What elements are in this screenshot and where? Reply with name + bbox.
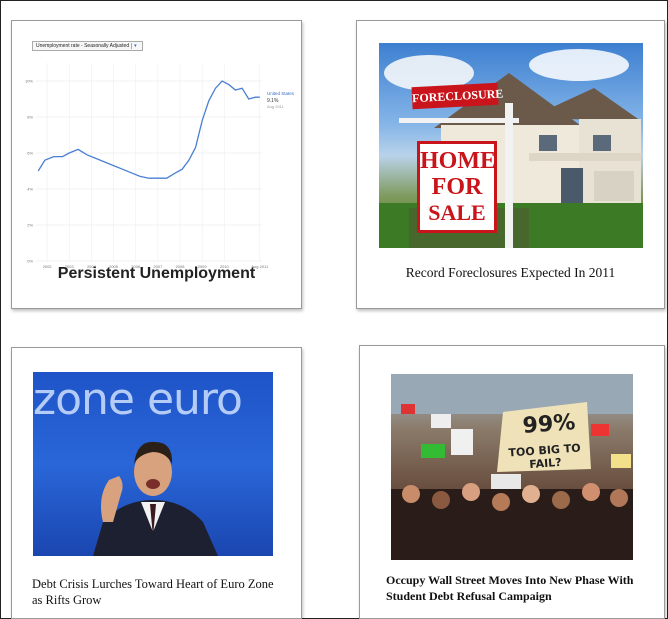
y-tick-label: 0% bbox=[27, 259, 33, 264]
foreclosure-photo[interactable]: FORECLOSURE HOME FOR SALE bbox=[379, 43, 643, 248]
card-caption[interactable]: Record Foreclosures Expected In 2011 bbox=[357, 265, 664, 281]
card-caption[interactable]: Debt Crisis Lurches Toward Heart of Euro… bbox=[32, 576, 287, 608]
sign-line-for: FOR bbox=[431, 174, 483, 200]
legend-date: Aug 2011 bbox=[267, 104, 285, 109]
sign-99-percent: 99% bbox=[521, 410, 577, 439]
y-tick-label: 2% bbox=[27, 223, 33, 228]
series-line-united-states bbox=[37, 80, 260, 179]
card-euro-zone[interactable]: zone euro Debt Crisis Lurches Toward Hea… bbox=[11, 347, 302, 619]
card-caption[interactable]: Occupy Wall Street Moves Into New Phase … bbox=[386, 572, 656, 604]
chart-series-selector[interactable]: Unemployment rate - Seasonally Adjusted ▾ bbox=[32, 41, 143, 51]
y-tick-label: 4% bbox=[27, 187, 33, 192]
legend-title: United States bbox=[267, 91, 295, 96]
card-unemployment[interactable]: Unemployment rate - Seasonally Adjusted ▾… bbox=[11, 20, 302, 309]
speaker-illustration bbox=[93, 441, 218, 556]
sign-line-sale: SALE bbox=[428, 200, 486, 225]
chart-selector-label: Unemployment rate - Seasonally Adjusted bbox=[36, 43, 130, 49]
card-foreclosures[interactable]: FORECLOSURE HOME FOR SALE Record Foreclo… bbox=[356, 20, 665, 309]
y-tick-label: 6% bbox=[27, 151, 33, 156]
y-tick-label: 8% bbox=[27, 115, 33, 120]
foreclosure-banner: FORECLOSURE bbox=[411, 82, 504, 110]
card-caption[interactable]: Persistent Unemployment bbox=[12, 265, 301, 283]
unemployment-chart: 0%2%4%6%8%10% 2002 2003 2004 2005 2006 2007 20… bbox=[25, 63, 295, 269]
card-occupy-wall-street[interactable]: 99% TOO BIG TO FAIL? Occupy Wall Street … bbox=[359, 345, 665, 619]
home-for-sale-sign: HOME FOR SALE bbox=[417, 141, 497, 233]
chevron-down-icon[interactable]: ▾ bbox=[131, 43, 139, 49]
sign-line-home: HOME bbox=[420, 148, 496, 174]
protest-photo[interactable]: 99% TOO BIG TO FAIL? bbox=[391, 374, 633, 560]
y-tick-label: 10% bbox=[25, 79, 33, 84]
euro-zone-photo[interactable]: zone euro bbox=[33, 372, 273, 556]
